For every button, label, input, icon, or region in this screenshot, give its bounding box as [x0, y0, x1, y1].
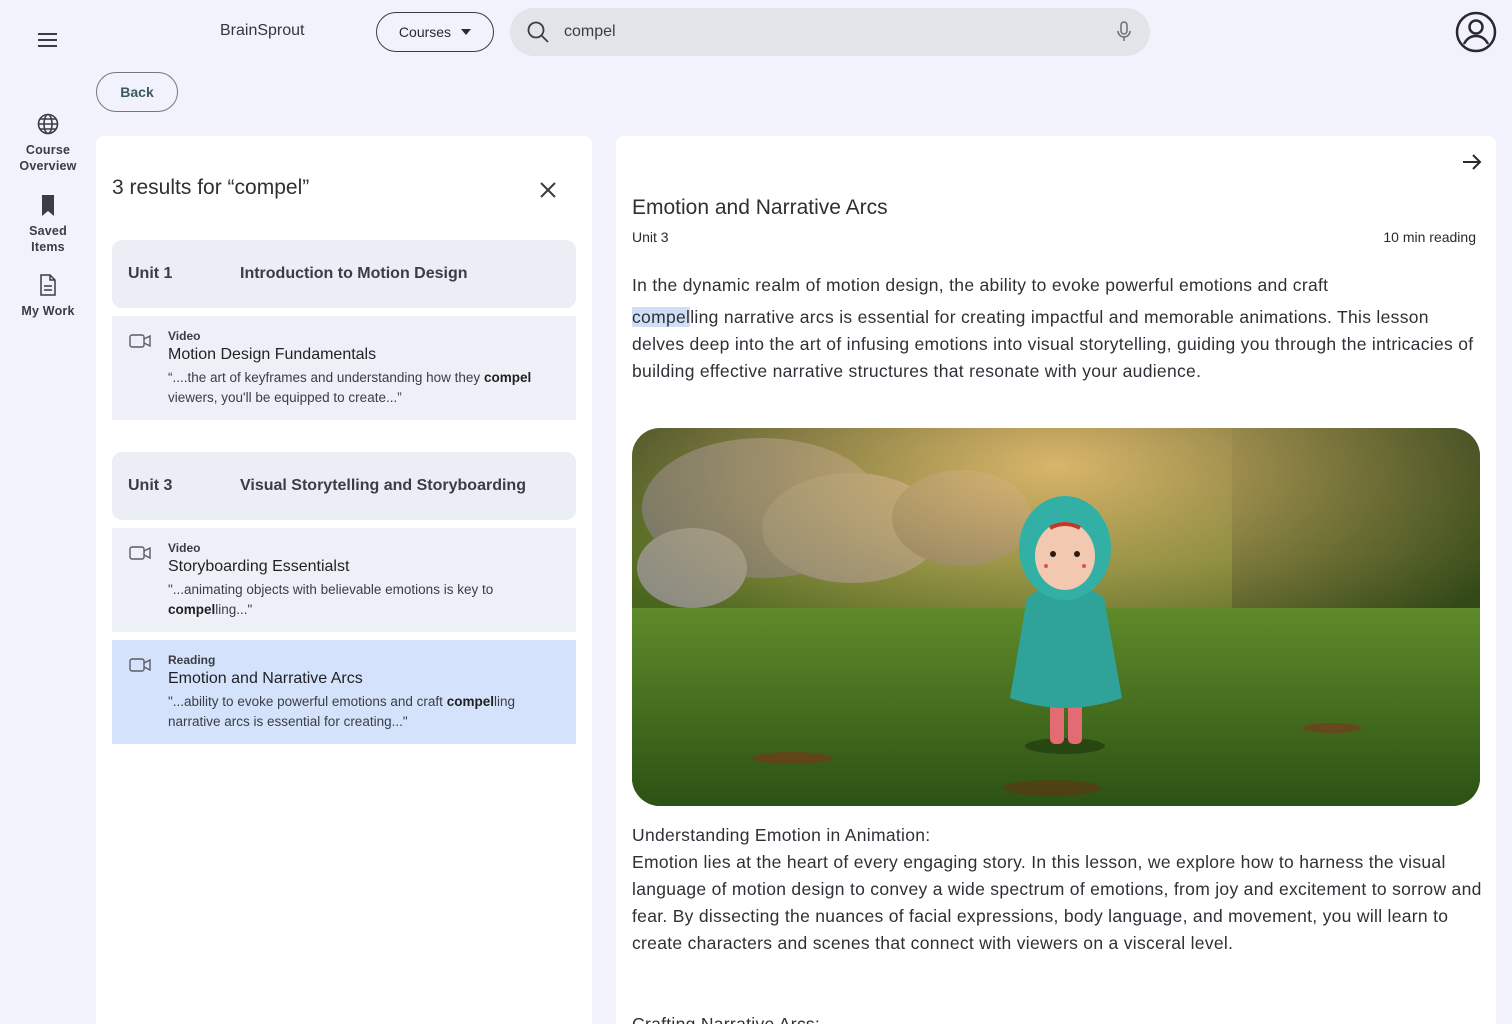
unit-number: Unit 1	[128, 265, 173, 282]
arrow-right-icon[interactable]	[1460, 150, 1484, 174]
result-type: Video	[168, 541, 201, 555]
nav-label: Saved Items	[29, 224, 67, 254]
brand-name: BrainSprout	[220, 22, 305, 39]
unit-title: Visual Storytelling and Storyboarding	[240, 477, 526, 494]
video-camera-icon	[129, 658, 151, 672]
globe-icon	[37, 113, 59, 135]
section-body: Emotion lies at the heart of every engag…	[632, 852, 1482, 953]
document-icon	[40, 274, 56, 296]
nav-course-overview[interactable]: Course Overview	[0, 112, 96, 174]
result-snippet: “....the art of keyframes and understand…	[168, 370, 532, 405]
result-item[interactable]: Video Storyboarding Essentialst "...anim…	[112, 528, 576, 632]
result-type: Reading	[168, 653, 216, 667]
close-icon[interactable]	[536, 178, 560, 202]
search-highlight: compel	[632, 307, 691, 327]
side-navigation-rail: Course Overview Saved Items My Work	[0, 0, 96, 1024]
caret-down-icon	[461, 29, 472, 35]
nav-label: Course Overview	[19, 143, 77, 173]
account-avatar-icon[interactable]	[1455, 11, 1497, 53]
hamburger-menu-icon[interactable]	[36, 30, 60, 50]
search-icon[interactable]	[526, 20, 550, 44]
search-results-panel: 3 results for “compel” Unit 1 Introducti…	[96, 136, 592, 1024]
courses-label: Courses	[398, 24, 452, 40]
search-input[interactable]	[564, 23, 1116, 41]
microphone-icon[interactable]	[1116, 21, 1132, 43]
article-reader-panel: Emotion and Narrative Arcs Unit 3 10 min…	[616, 136, 1496, 1024]
back-button[interactable]: Back	[96, 72, 178, 112]
article-intro: In the dynamic realm of motion design, t…	[632, 275, 1474, 381]
result-title: Motion Design Fundamentals	[168, 346, 377, 363]
next-section-title: Crafting Narrative Arcs:	[632, 1014, 821, 1024]
article-title: Emotion and Narrative Arcs	[632, 196, 888, 219]
nav-saved-items[interactable]: Saved Items	[0, 193, 96, 255]
nav-my-work[interactable]: My Work	[0, 273, 96, 319]
video-camera-icon	[129, 546, 151, 560]
bookmark-icon	[42, 195, 54, 216]
reading-time: 10 min reading	[1383, 229, 1476, 245]
unit-number: Unit 3	[128, 477, 173, 494]
video-camera-icon	[129, 334, 151, 348]
article-image	[632, 428, 1480, 806]
result-title: Emotion and Narrative Arcs	[168, 670, 363, 687]
search-bar	[510, 8, 1150, 56]
section-title: Understanding Emotion in Animation:	[632, 825, 931, 845]
article-unit: Unit 3	[632, 229, 669, 245]
unit-header[interactable]: Unit 3 Visual Storytelling and Storyboar…	[112, 452, 576, 520]
result-type: Video	[168, 329, 201, 343]
result-snippet: "...ability to evoke powerful emotions a…	[168, 694, 515, 729]
results-title: 3 results for “compel”	[112, 176, 310, 199]
result-item-selected[interactable]: Reading Emotion and Narrative Arcs "...a…	[112, 640, 576, 744]
unit-title: Introduction to Motion Design	[240, 265, 468, 282]
unit-header[interactable]: Unit 1 Introduction to Motion Design	[112, 240, 576, 308]
courses-dropdown[interactable]: Courses	[376, 12, 494, 52]
nav-label: My Work	[21, 304, 75, 318]
result-item[interactable]: Video Motion Design Fundamentals “....th…	[112, 316, 576, 420]
result-snippet: "...animating objects with believable em…	[168, 582, 494, 617]
result-title: Storyboarding Essentialst	[168, 558, 350, 575]
